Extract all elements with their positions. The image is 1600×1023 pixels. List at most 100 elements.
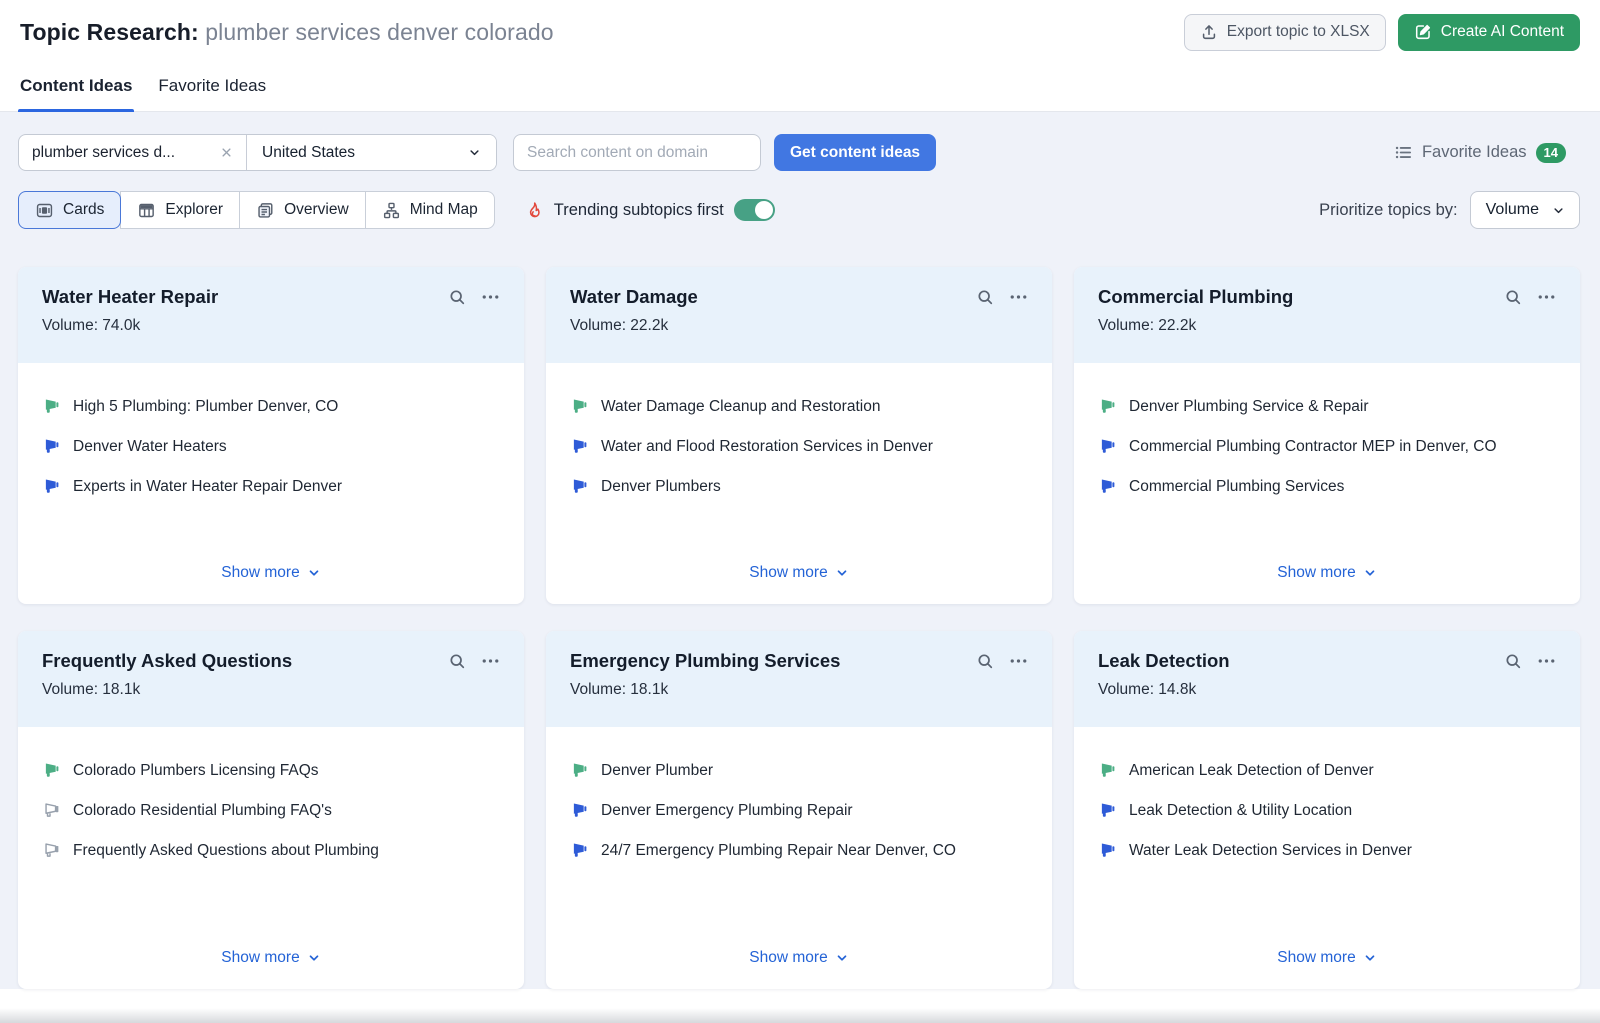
more-options-icon[interactable]	[481, 291, 500, 303]
more-options-icon[interactable]	[1537, 291, 1556, 303]
flame-icon	[525, 201, 544, 220]
idea-title: Colorado Plumbers Licensing FAQs	[73, 759, 319, 782]
content-idea-item[interactable]: Frequently Asked Questions about Plumbin…	[42, 839, 500, 862]
megaphone-icon	[42, 761, 60, 779]
content-idea-item[interactable]: Water Damage Cleanup and Restoration	[570, 395, 1028, 418]
search-topic-icon[interactable]	[976, 652, 995, 671]
megaphone-icon	[42, 841, 60, 859]
idea-title: High 5 Plumbing: Plumber Denver, CO	[73, 395, 338, 418]
view-switcher-row: Cards Explorer Overview	[18, 191, 1580, 229]
topic-card-body: High 5 Plumbing: Plumber Denver, CO Denve…	[18, 363, 524, 604]
topic-volume: Volume: 18.1k	[570, 681, 1028, 699]
view-explorer-button[interactable]: Explorer	[120, 191, 240, 229]
content-idea-item[interactable]: Water Leak Detection Services in Denver	[1098, 839, 1556, 862]
prioritize-select[interactable]: Volume	[1470, 191, 1580, 229]
search-topic-icon[interactable]	[976, 288, 995, 307]
megaphone-icon	[1098, 761, 1116, 779]
get-content-ideas-button[interactable]: Get content ideas	[774, 134, 936, 171]
search-topic-icon[interactable]	[1504, 288, 1523, 307]
view-mind-map-button[interactable]: Mind Map	[365, 191, 495, 229]
upload-icon	[1200, 23, 1218, 41]
topic-search-group: United States	[18, 134, 497, 171]
content-idea-item[interactable]: Commercial Plumbing Services	[1098, 475, 1556, 498]
idea-list: High 5 Plumbing: Plumber Denver, CO Denve…	[42, 395, 500, 515]
topic-card-title: Water Heater Repair	[42, 286, 218, 308]
show-more-button[interactable]: Show more	[217, 558, 324, 588]
content-idea-item[interactable]: Denver Plumbers	[570, 475, 1028, 498]
topic-card-header: Leak Detection Volume: 14.8k	[1074, 631, 1580, 727]
tab-content-ideas[interactable]: Content Ideas	[20, 76, 132, 111]
topic-card-header: Water Heater Repair Volume: 74.0k	[18, 267, 524, 363]
search-topic-icon[interactable]	[1504, 652, 1523, 671]
tabs-bar: Content Ideas Favorite Ideas	[0, 76, 1600, 112]
idea-title: Water Leak Detection Services in Denver	[1129, 839, 1412, 862]
show-more-button[interactable]: Show more	[1273, 943, 1380, 973]
topic-card: Emergency Plumbing Services Volume: 18.1…	[546, 631, 1052, 989]
content-idea-item[interactable]: Water and Flood Restoration Services in …	[570, 435, 1028, 458]
show-more-button[interactable]: Show more	[745, 943, 852, 973]
topic-volume: Volume: 22.2k	[570, 317, 1028, 335]
more-options-icon[interactable]	[1009, 291, 1028, 303]
show-more-button[interactable]: Show more	[1273, 558, 1380, 588]
topic-card-body: Colorado Plumbers Licensing FAQs Colorado…	[18, 727, 524, 989]
content-idea-item[interactable]: Commercial Plumbing Contractor MEP in De…	[1098, 435, 1556, 458]
megaphone-icon	[1098, 397, 1116, 415]
trending-subtopics-control: Trending subtopics first	[525, 199, 775, 221]
topic-card-body: Denver Plumber Denver Emergency Plumbing …	[546, 727, 1052, 989]
megaphone-icon	[570, 437, 588, 455]
megaphone-icon	[570, 397, 588, 415]
topic-card-header: Commercial Plumbing Volume: 22.2k	[1074, 267, 1580, 363]
view-cards-button[interactable]: Cards	[18, 191, 121, 229]
domain-search-input[interactable]	[513, 134, 761, 171]
export-topic-button[interactable]: Export topic to XLSX	[1184, 14, 1386, 51]
topic-card-body: Water Damage Cleanup and Restoration Wate…	[546, 363, 1052, 604]
idea-title: Commercial Plumbing Services	[1129, 475, 1344, 498]
idea-title: Frequently Asked Questions about Plumbin…	[73, 839, 379, 862]
content-idea-item[interactable]: Denver Emergency Plumbing Repair	[570, 799, 1028, 822]
page-title-query: plumber services denver colorado	[205, 19, 553, 45]
trending-toggle[interactable]	[734, 199, 775, 221]
content-idea-item[interactable]: Experts in Water Heater Repair Denver	[42, 475, 500, 498]
tab-favorite-ideas[interactable]: Favorite Ideas	[158, 76, 266, 111]
country-select[interactable]: United States	[246, 135, 496, 170]
topic-card: Water Heater Repair Volume: 74.0k High 5…	[18, 267, 524, 604]
topic-card: Water Damage Volume: 22.2k Water Damage …	[546, 267, 1052, 604]
megaphone-icon	[42, 477, 60, 495]
cards-grid: Water Heater Repair Volume: 74.0k High 5…	[18, 267, 1580, 989]
idea-list: Denver Plumbing Service & Repair Commerci…	[1098, 395, 1556, 515]
more-options-icon[interactable]	[1009, 655, 1028, 667]
search-topic-icon[interactable]	[448, 652, 467, 671]
show-more-button[interactable]: Show more	[745, 558, 852, 588]
idea-title: Water and Flood Restoration Services in …	[601, 435, 933, 458]
topic-keyword-input[interactable]	[32, 144, 217, 162]
idea-list: Water Damage Cleanup and Restoration Wate…	[570, 395, 1028, 515]
idea-list: Denver Plumber Denver Emergency Plumbing …	[570, 759, 1028, 879]
idea-title: Water Damage Cleanup and Restoration	[601, 395, 880, 418]
show-more-button[interactable]: Show more	[217, 943, 324, 973]
megaphone-icon	[1098, 801, 1116, 819]
megaphone-icon	[1098, 477, 1116, 495]
content-idea-item[interactable]: Denver Plumbing Service & Repair	[1098, 395, 1556, 418]
favorites-count-badge: 14	[1536, 143, 1566, 163]
topic-card-title: Frequently Asked Questions	[42, 650, 292, 672]
more-options-icon[interactable]	[1537, 655, 1556, 667]
content-idea-item[interactable]: Colorado Plumbers Licensing FAQs	[42, 759, 500, 782]
content-idea-item[interactable]: Colorado Residential Plumbing FAQ's	[42, 799, 500, 822]
clear-keyword-icon[interactable]	[217, 143, 236, 162]
topic-card-title: Water Damage	[570, 286, 698, 308]
content-idea-item[interactable]: Leak Detection & Utility Location	[1098, 799, 1556, 822]
favorite-ideas-link[interactable]: Favorite Ideas 14	[1394, 143, 1566, 163]
content-idea-item[interactable]: 24/7 Emergency Plumbing Repair Near Denv…	[570, 839, 1028, 862]
content-idea-item[interactable]: American Leak Detection of Denver	[1098, 759, 1556, 782]
idea-title: 24/7 Emergency Plumbing Repair Near Denv…	[601, 839, 956, 862]
search-topic-icon[interactable]	[448, 288, 467, 307]
list-icon	[1394, 143, 1413, 162]
top-actions: Export topic to XLSX Create AI Content	[1184, 14, 1580, 51]
content-idea-item[interactable]: High 5 Plumbing: Plumber Denver, CO	[42, 395, 500, 418]
view-overview-button[interactable]: Overview	[239, 191, 366, 229]
scroll-shadow	[0, 1008, 1600, 1023]
more-options-icon[interactable]	[481, 655, 500, 667]
create-ai-content-button[interactable]: Create AI Content	[1398, 14, 1580, 51]
content-idea-item[interactable]: Denver Water Heaters	[42, 435, 500, 458]
content-idea-item[interactable]: Denver Plumber	[570, 759, 1028, 782]
